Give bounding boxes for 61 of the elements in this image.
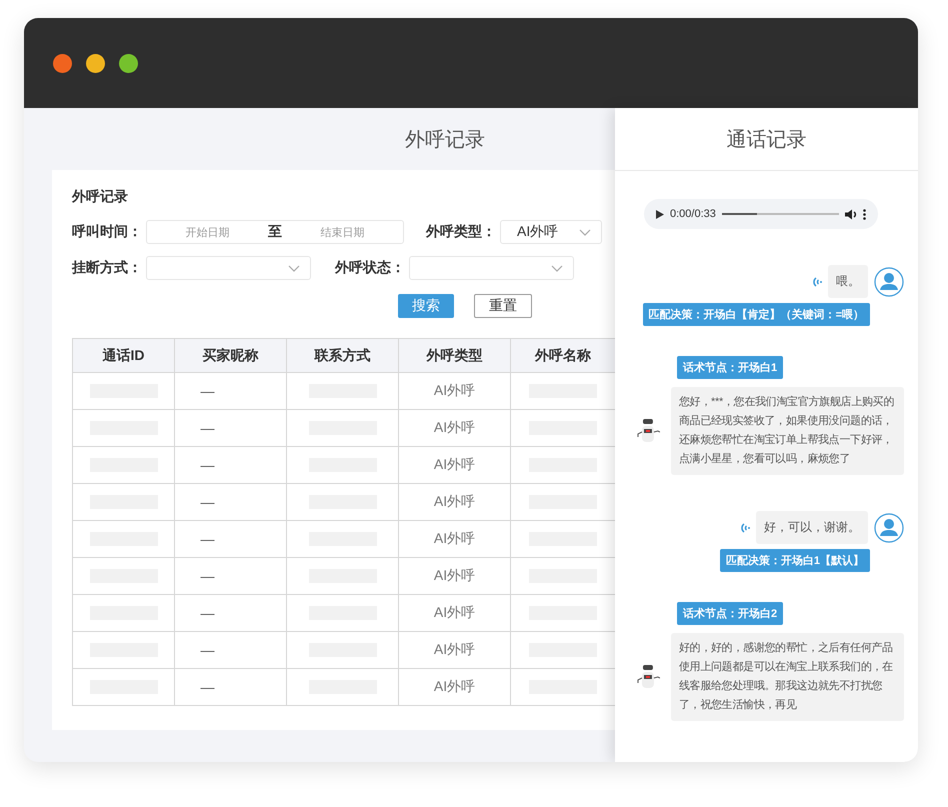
table-cell: AI外呼 (398, 594, 510, 632)
audio-time: 0:00/0:33 (670, 208, 716, 220)
decision-tag: 匹配决策：开场白【肯定】（关键词：=喂） (642, 303, 870, 326)
table-cell: — (174, 558, 286, 594)
audio-player[interactable]: 0:00/0:33 (644, 199, 878, 229)
start-date-placeholder: 开始日期 (184, 226, 230, 240)
end-date-placeholder: 结束日期 (320, 226, 366, 240)
card-title: 外呼记录 (72, 188, 128, 204)
close-button[interactable] (53, 54, 72, 72)
table-cell: — (174, 594, 286, 632)
table-cell: AI外呼 (398, 520, 510, 558)
field-label: 外呼状态： (335, 259, 405, 277)
customer-message: 喂。 (828, 265, 868, 298)
more-icon[interactable] (863, 208, 866, 220)
customer-message: 好，可以，谢谢。 (756, 511, 868, 544)
table-cell: — (174, 668, 286, 706)
table-cell: AI外呼 (398, 410, 510, 446)
maximize-button[interactable] (119, 54, 138, 72)
column-header: 通话ID (72, 338, 174, 372)
date-range-field[interactable]: 开始日期 至 结束日期 (146, 220, 404, 244)
column-header: 外呼类型 (398, 338, 510, 372)
chevron-down-icon (288, 264, 300, 272)
table-cell: AI外呼 (398, 632, 510, 668)
bot-message: 好的，好的，感谢您的帮忙，之后有任何产品使用上问题都是可以在淘宝上联系我们的，在线客服给您处理哦。那我这边就先不打扰您了，祝您生活愉快，再见 (670, 633, 904, 721)
table-cell: AI外呼 (398, 484, 510, 520)
play-icon[interactable] (656, 210, 664, 218)
table-cell: — (174, 372, 286, 410)
table-cell: — (174, 446, 286, 484)
bot-message: 您好，***，您在我们淘宝官方旗舰店上购买的商品已经现实签收了，如果使用没问题的话，还麻烦您帮忙在淘宝订单上帮我点一下好评，点满小星星，您看可以吗，麻烦您了 (670, 387, 904, 475)
robot-icon (635, 663, 661, 691)
table-cell: — (174, 632, 286, 668)
node-tag: 话术节点：开场白2 (677, 602, 784, 625)
field-label: 外呼类型： (426, 223, 496, 241)
panel-title: 通话记录 (726, 128, 806, 152)
field-label: 呼叫时间： (72, 223, 142, 241)
table-cell: — (174, 520, 286, 558)
table-cell: AI外呼 (398, 668, 510, 706)
table-cell: AI外呼 (398, 372, 510, 410)
table-cell: — (174, 410, 286, 446)
column-header: 外呼名称 (510, 338, 616, 372)
chevron-down-icon (579, 228, 591, 236)
column-header: 联系方式 (286, 338, 398, 372)
volume-icon[interactable] (845, 208, 857, 220)
range-separator: 至 (268, 223, 282, 241)
decision-tag: 匹配决策：开场白1【默认】 (720, 549, 870, 572)
table-cell: — (174, 484, 286, 520)
table-cell: AI外呼 (398, 558, 510, 594)
reset-button[interactable]: 重置 (474, 294, 532, 318)
field-label: 挂断方式： (72, 259, 142, 277)
user-avatar-icon (874, 266, 904, 296)
minimize-button[interactable] (86, 54, 105, 72)
user-avatar-icon (874, 512, 904, 542)
call-type-dropdown[interactable]: AI外呼 (500, 220, 602, 244)
node-tag: 话术节点：开场白1 (677, 356, 784, 379)
table-cell: AI外呼 (398, 446, 510, 484)
voice-icon (812, 276, 822, 288)
page-title: 外呼记录 (405, 128, 485, 152)
chevron-down-icon (551, 264, 563, 272)
robot-icon (635, 417, 661, 445)
voice-icon (740, 522, 750, 534)
column-header: 买家昵称 (174, 338, 286, 372)
